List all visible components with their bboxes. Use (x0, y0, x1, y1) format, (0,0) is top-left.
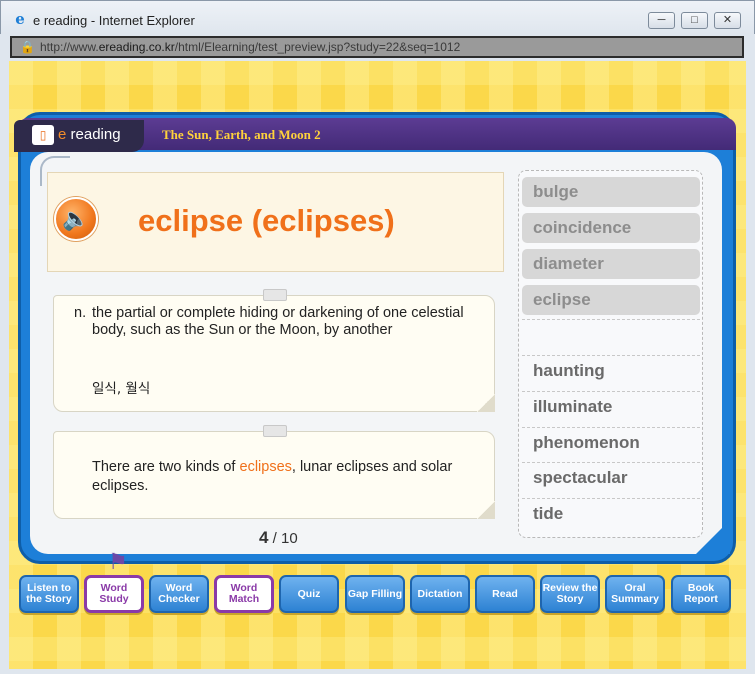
logo-text: e reading (58, 126, 121, 143)
word-list-item[interactable]: spectacular (522, 463, 700, 493)
nav-oral-summary[interactable]: Oral Summary (605, 575, 665, 613)
example-sentence: There are two kinds of eclipses, lunar e… (92, 458, 482, 496)
definition-text: the partial or complete hiding or darken… (92, 305, 464, 338)
page-curl (477, 394, 495, 412)
example-part: There are two kinds of (92, 459, 240, 475)
story-title: The Sun, Earth, and Moon 2 (162, 127, 321, 142)
example-highlight: eclipses (239, 459, 292, 475)
address-bar[interactable]: 🔒 http://www.ereading.co.kr/html/Elearni… (10, 36, 744, 58)
nav-word-study[interactable]: Word Study (84, 575, 144, 613)
nav-book-report[interactable]: Book Report (671, 575, 731, 613)
logo-e: e (58, 126, 67, 143)
logo-word: reading (70, 126, 121, 143)
word-list-item[interactable]: illuminate (522, 392, 700, 422)
korean-translation: 일식, 월식 (92, 381, 151, 397)
nav-dictation[interactable]: Dictation (410, 575, 470, 613)
url-prefix: http://www. (40, 40, 99, 54)
word-list-item[interactable]: coincidence (522, 213, 700, 243)
word-list-item[interactable]: bulge (522, 177, 700, 207)
nav-review-the-story[interactable]: Review the Story (540, 575, 600, 613)
word-title: eclipse (eclipses) (138, 203, 395, 238)
list-divider (522, 319, 700, 320)
window-title: e reading - Internet Explorer (33, 13, 195, 28)
page-total: / 10 (272, 530, 298, 547)
book-icon: ▯ (32, 125, 54, 145)
word-list-item[interactable]: diameter (522, 249, 700, 279)
url-text[interactable]: http://www.ereading.co.kr/html/Elearning… (40, 40, 460, 54)
close-button[interactable]: ✕ (714, 12, 741, 29)
word-list-item[interactable]: eclipse (522, 285, 700, 315)
maximize-button[interactable]: □ (681, 12, 708, 29)
url-domain: ereading.co.kr (98, 40, 175, 54)
lock-icon: 🔒 (20, 40, 35, 54)
note-clip (263, 425, 287, 437)
word-list-item[interactable]: phenomenon (522, 428, 700, 458)
note-clip (263, 289, 287, 301)
nav-listen-to-the-story[interactable]: Listen to the Story (19, 575, 79, 613)
nav-word-checker[interactable]: Word Checker (149, 575, 209, 613)
page-curl (477, 501, 495, 519)
word-list-item[interactable]: haunting (522, 356, 700, 386)
minimize-button[interactable]: ─ (648, 12, 675, 29)
word-list-item[interactable]: tide (522, 499, 700, 529)
nav-gap-filling[interactable]: Gap Filling (345, 575, 405, 613)
url-suffix: /html/Elearning/test_preview.jsp?study=2… (174, 40, 461, 54)
ie-icon: e (15, 10, 25, 28)
speaker-icon[interactable]: 🔈 (54, 197, 98, 241)
flag-icon: ⚑ (108, 549, 128, 574)
page-current: 4 (259, 528, 269, 547)
nav-word-match[interactable]: Word Match (214, 575, 274, 613)
nav-read[interactable]: Read (475, 575, 535, 613)
nav-quiz[interactable]: Quiz (279, 575, 339, 613)
part-of-speech: n. (74, 305, 87, 321)
page-indicator: 4 / 10 (259, 528, 298, 548)
